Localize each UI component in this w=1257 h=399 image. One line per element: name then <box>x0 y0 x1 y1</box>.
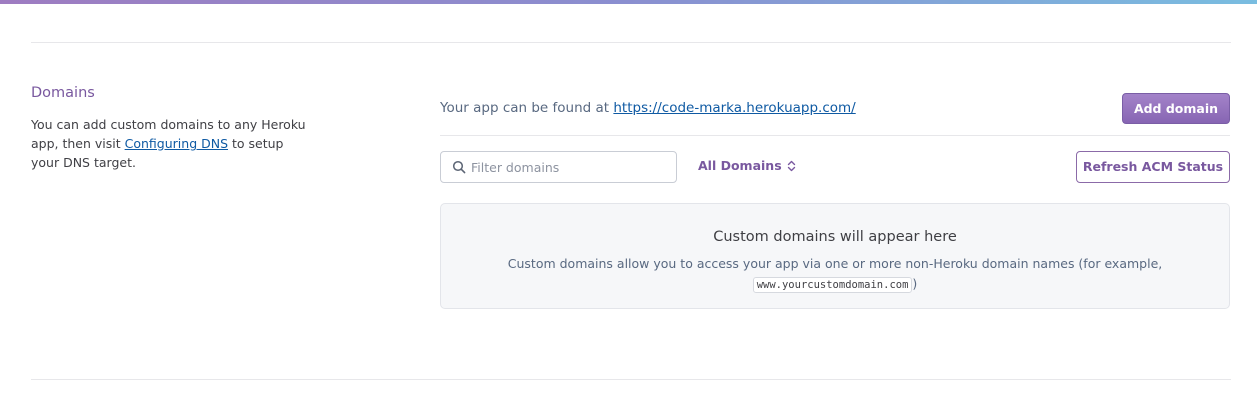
empty-state-text: Custom domains allow you to access your … <box>441 254 1229 295</box>
header-divider <box>440 135 1230 136</box>
domain-type-dropdown[interactable]: All Domains <box>698 158 796 173</box>
filter-domains-field[interactable] <box>440 151 677 183</box>
example-domain-code: www.yourcustomdomain.com <box>752 277 913 293</box>
domain-type-selected: All Domains <box>698 158 782 173</box>
app-url-line: Your app can be found at https://code-ma… <box>440 100 856 116</box>
app-url-prefix: Your app can be found at <box>440 100 614 116</box>
top-gradient-bar <box>0 0 1257 4</box>
search-icon <box>452 160 466 174</box>
section-divider-top <box>31 42 1231 43</box>
empty-state-heading: Custom domains will appear here <box>713 229 957 245</box>
empty-state-closing: ) <box>912 276 918 291</box>
configuring-dns-link[interactable]: Configuring DNS <box>125 136 228 151</box>
app-url-link[interactable]: https://code-marka.herokuapp.com/ <box>613 100 855 116</box>
section-description: You can add custom domains to any Heroku… <box>31 115 311 172</box>
empty-state-description: Custom domains allow you to access your … <box>507 256 1163 271</box>
filter-domains-input[interactable] <box>471 152 671 182</box>
refresh-acm-status-button[interactable]: Refresh ACM Status <box>1076 151 1230 183</box>
section-divider-bottom <box>31 379 1231 380</box>
section-title: Domains <box>31 85 95 101</box>
chevron-up-down-icon <box>787 160 795 171</box>
add-domain-button[interactable]: Add domain <box>1122 93 1230 124</box>
empty-state-panel: Custom domains will appear here Custom d… <box>440 203 1230 309</box>
